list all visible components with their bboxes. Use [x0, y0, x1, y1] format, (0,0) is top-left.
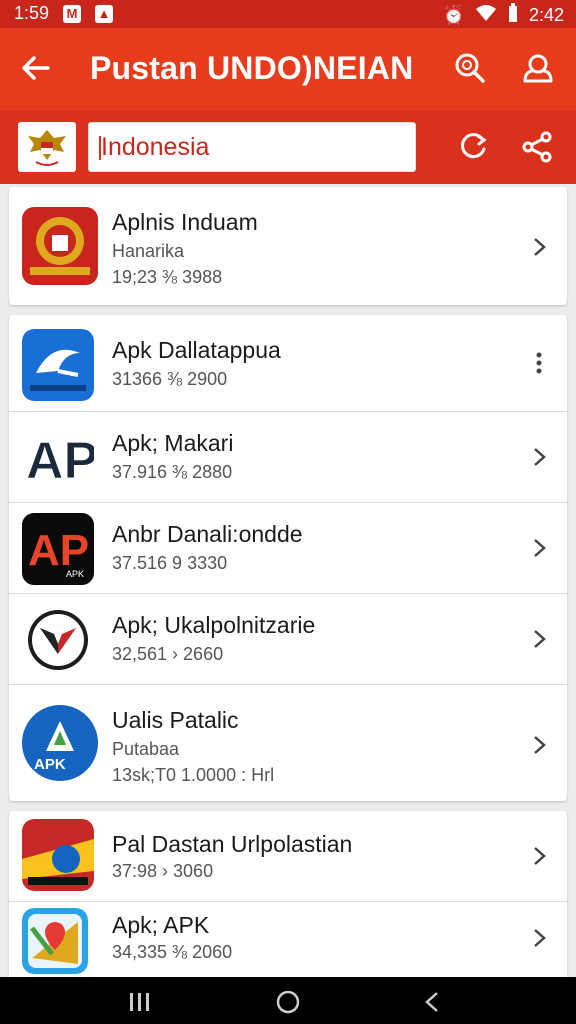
- app-card: Aplnis Induam Hanarika 19;23 ⅜ 3988: [9, 187, 567, 305]
- v-logo-app-icon: [28, 610, 88, 670]
- home-icon[interactable]: [275, 989, 301, 1015]
- app-name: Aplnis Induam: [112, 209, 258, 235]
- status-time-right: 2:42: [528, 5, 564, 25]
- app-row[interactable]: Aplnis Induam Hanarika 19;23 ⅜ 3988: [9, 187, 567, 305]
- image-icon: ▲: [95, 4, 114, 23]
- navigation-bar: [0, 977, 576, 1024]
- app-meta: 13sk;T0 1.0000 : Hrl: [112, 765, 275, 785]
- app-subtitle: Hanarika: [112, 241, 185, 261]
- apk-a-app-icon: APK: [22, 705, 98, 781]
- search-bar: [0, 110, 576, 184]
- page-title: Pustan UNDO)NEIAN: [90, 50, 414, 86]
- alarm-icon: ⏰: [442, 5, 465, 25]
- maps-app-icon: [22, 908, 88, 974]
- recents-icon[interactable]: [128, 991, 152, 1013]
- colorful-app-icon: [22, 819, 94, 891]
- app-name: Ualis Patalic: [112, 707, 239, 733]
- app-row[interactable]: Apk; Ukalpolnitzarie 32,561 › 2660: [9, 594, 567, 685]
- chevron-right-icon[interactable]: [529, 733, 549, 757]
- svg-text:APK: APK: [34, 756, 66, 773]
- app-name: Apk; APK: [112, 912, 210, 938]
- app-name: Pal Dastan Urlpolastian: [112, 831, 353, 857]
- chevron-right-icon[interactable]: [529, 235, 549, 259]
- app-meta: 32,561 › 2660: [112, 644, 224, 664]
- apk-bird-app-icon: [22, 329, 94, 401]
- wifi-icon: [475, 4, 497, 27]
- share-icon[interactable]: [520, 130, 554, 164]
- chevron-right-icon[interactable]: [529, 445, 549, 469]
- search-icon[interactable]: [452, 50, 488, 86]
- app-card: Apk Dallatappua 31366 ⅜ 2900 AP Apk; Mak…: [9, 315, 567, 801]
- chevron-right-icon[interactable]: [529, 536, 549, 560]
- app-row[interactable]: AP Apk; Makari 37.916 ⅜ 2880: [9, 412, 567, 503]
- svg-text:APK: APK: [66, 569, 84, 579]
- garuda-app-icon: [22, 207, 98, 285]
- app-name: Apk Dallatappua: [112, 337, 281, 363]
- text-cursor: [99, 136, 101, 160]
- ap-app-icon: AP: [22, 422, 99, 494]
- account-icon[interactable]: [520, 50, 556, 86]
- ap-dark-app-icon: AP APK: [22, 513, 94, 585]
- app-row[interactable]: Apk Dallatappua 31366 ⅜ 2900: [9, 315, 567, 412]
- battery-icon: [507, 3, 519, 28]
- chevron-right-icon[interactable]: [529, 627, 549, 651]
- app-meta: 19;23 ⅜ 3988: [112, 267, 223, 287]
- app-meta: 31366 ⅜ 2900: [112, 369, 228, 389]
- back-icon[interactable]: [422, 991, 442, 1013]
- search-field[interactable]: [88, 122, 416, 172]
- app-meta: 34,335 ⅜ 2060: [112, 942, 233, 962]
- app-meta: 37:98 › 3060: [112, 861, 214, 881]
- app-row[interactable]: Pal Dastan Urlpolastian 37:98 › 3060: [9, 811, 567, 902]
- mail-icon: M: [63, 4, 82, 23]
- app-name: Apk; Ukalpolnitzarie: [112, 612, 316, 638]
- app-name: Apk; Makari: [112, 430, 234, 456]
- search-input[interactable]: [89, 123, 401, 171]
- refresh-icon[interactable]: [456, 130, 490, 164]
- svg-text:AP: AP: [26, 432, 94, 490]
- app-name: Anbr Danali:ondde: [112, 521, 303, 547]
- svg-text:AP: AP: [28, 526, 89, 575]
- back-arrow-icon[interactable]: [18, 50, 54, 86]
- app-subtitle: Putabaa: [112, 739, 180, 759]
- app-meta: 37.516 9 3330: [112, 553, 228, 573]
- status-time: 1:59: [14, 3, 50, 23]
- app-meta: 37.916 ⅜ 2880: [112, 462, 233, 482]
- app-row[interactable]: AP APK Anbr Danali:ondde 37.516 9 3330: [9, 503, 567, 594]
- chevron-right-icon[interactable]: [529, 926, 549, 950]
- status-bar: 1:59 M ▲ ⏰ 2:42: [0, 0, 576, 28]
- app-card: Pal Dastan Urlpolastian 37:98 › 3060 Apk…: [9, 811, 567, 981]
- more-vert-icon[interactable]: [529, 351, 549, 375]
- app-row[interactable]: APK Ualis Patalic Putabaa 13sk;T0 1.0000…: [9, 685, 567, 801]
- app-row[interactable]: Apk; APK 34,335 ⅜ 2060: [9, 902, 567, 981]
- app-bar: Pustan UNDO)NEIAN: [0, 28, 576, 110]
- chevron-right-icon[interactable]: [529, 844, 549, 868]
- garuda-emblem-icon: [18, 122, 76, 172]
